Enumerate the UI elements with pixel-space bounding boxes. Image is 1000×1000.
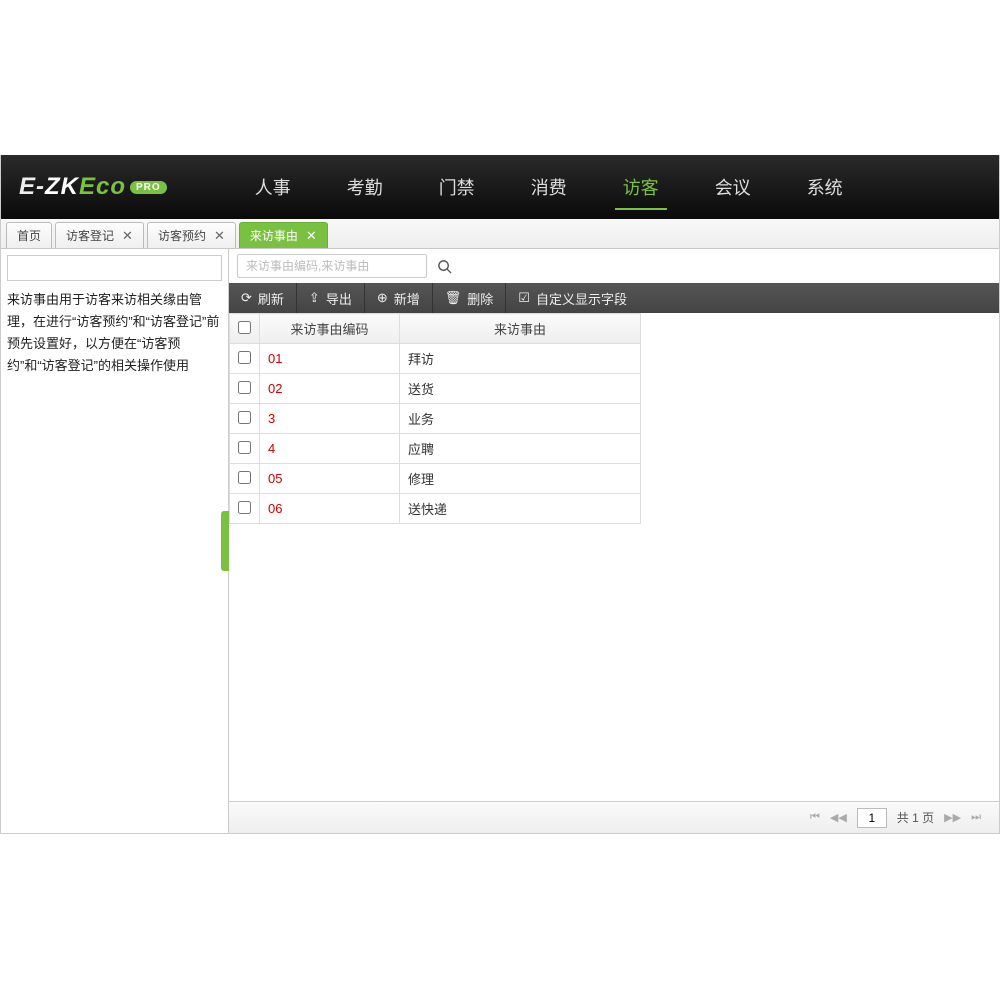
- table-row[interactable]: 05修理: [230, 464, 641, 494]
- row-code: 06: [260, 494, 400, 524]
- close-icon[interactable]: ✕: [122, 229, 133, 242]
- table-row[interactable]: 3业务: [230, 404, 641, 434]
- row-checkbox[interactable]: [238, 351, 251, 364]
- custom-fields-button[interactable]: ☑ 自定义显示字段: [506, 283, 639, 313]
- table-row[interactable]: 01拜访: [230, 344, 641, 374]
- row-checkbox-cell: [230, 434, 260, 464]
- reason-col-header[interactable]: 来访事由: [400, 314, 641, 344]
- page-input[interactable]: [857, 808, 887, 828]
- row-reason: 应聘: [400, 434, 641, 464]
- code-col-header[interactable]: 来访事由编码: [260, 314, 400, 344]
- tab-label: 访客预约: [158, 227, 206, 244]
- tab-1[interactable]: 访客登记 ✕: [55, 222, 144, 248]
- sidebar-help-text: 来访事由用于访客来访相关缘由管理，在进行“访客预约”和“访客登记”前预先设置好，…: [7, 289, 222, 377]
- select-all-header: [230, 314, 260, 344]
- search-row: [229, 249, 999, 283]
- row-checkbox[interactable]: [238, 501, 251, 514]
- row-checkbox[interactable]: [238, 441, 251, 454]
- tab-label: 首页: [17, 227, 41, 244]
- tab-label: 访客登记: [66, 227, 114, 244]
- row-checkbox[interactable]: [238, 381, 251, 394]
- export-icon: ⇪: [309, 290, 320, 306]
- tab-2[interactable]: 访客预约 ✕: [147, 222, 236, 248]
- nav-item-0[interactable]: 人事: [227, 156, 319, 218]
- tab-label: 来访事由: [250, 227, 298, 244]
- row-code: 3: [260, 404, 400, 434]
- row-checkbox-cell: [230, 374, 260, 404]
- sidebar: 来访事由用于访客来访相关缘由管理，在进行“访客预约”和“访客登记”前预先设置好，…: [1, 249, 229, 833]
- row-reason: 送货: [400, 374, 641, 404]
- toolbar: ⟳ 刷新 ⇪ 导出 ⊕ 新增 🗑 删除 ☑ 自定义显示字段: [229, 283, 999, 313]
- row-checkbox[interactable]: [238, 471, 251, 484]
- next-page-icon[interactable]: ▶▶: [944, 811, 961, 824]
- close-icon[interactable]: ✕: [306, 229, 317, 242]
- pagination: ⏮ ◀◀ 共 1 页 ▶▶ ⏭: [229, 801, 999, 833]
- logo-text-e: E-: [19, 173, 45, 200]
- export-label: 导出: [326, 289, 352, 308]
- sidebar-filter-box[interactable]: [7, 255, 222, 281]
- logo-badge: PRO: [130, 181, 167, 194]
- nav-item-4[interactable]: 访客: [595, 156, 687, 218]
- search-icon[interactable]: [433, 255, 455, 277]
- first-page-icon[interactable]: ⏮: [810, 811, 820, 824]
- row-checkbox-cell: [230, 494, 260, 524]
- row-reason: 修理: [400, 464, 641, 494]
- prev-page-icon[interactable]: ◀◀: [830, 811, 847, 824]
- add-button[interactable]: ⊕ 新增: [365, 283, 433, 313]
- page-total: 共 1 页: [897, 809, 934, 826]
- delete-icon: 🗑: [445, 290, 462, 306]
- refresh-button[interactable]: ⟳ 刷新: [229, 283, 297, 313]
- reasons-table: 来访事由编码 来访事由 01拜访02送货3业务4应聘05修理06送快递: [229, 313, 641, 524]
- table-row[interactable]: 4应聘: [230, 434, 641, 464]
- row-code: 01: [260, 344, 400, 374]
- row-checkbox-cell: [230, 464, 260, 494]
- last-page-icon[interactable]: ⏭: [971, 811, 981, 824]
- delete-label: 删除: [467, 289, 493, 308]
- search-input[interactable]: [237, 254, 427, 278]
- select-all-checkbox[interactable]: [238, 321, 251, 334]
- main-nav: 人事考勤门禁消费访客会议系统: [227, 156, 981, 218]
- tabs-bar: 首页 访客登记 ✕ 访客预约 ✕ 来访事由 ✕: [1, 219, 999, 249]
- nav-item-3[interactable]: 消费: [503, 156, 595, 218]
- logo-text-eco: Eco: [79, 173, 126, 200]
- table-row[interactable]: 06送快递: [230, 494, 641, 524]
- row-code: 05: [260, 464, 400, 494]
- nav-item-5[interactable]: 会议: [687, 156, 779, 218]
- nav-item-2[interactable]: 门禁: [411, 156, 503, 218]
- delete-button[interactable]: 🗑 删除: [433, 283, 507, 313]
- row-reason: 拜访: [400, 344, 641, 374]
- add-label: 新增: [394, 289, 420, 308]
- close-icon[interactable]: ✕: [214, 229, 225, 242]
- row-code: 4: [260, 434, 400, 464]
- nav-item-1[interactable]: 考勤: [319, 156, 411, 218]
- tab-0[interactable]: 首页: [6, 222, 52, 248]
- app-header: E-ZKEco PRO 人事考勤门禁消费访客会议系统: [1, 155, 999, 219]
- table-container: 来访事由编码 来访事由 01拜访02送货3业务4应聘05修理06送快递: [229, 313, 999, 801]
- add-icon: ⊕: [377, 290, 388, 306]
- refresh-icon: ⟳: [241, 290, 252, 306]
- row-reason: 送快递: [400, 494, 641, 524]
- table-row[interactable]: 02送货: [230, 374, 641, 404]
- logo-text-zk: ZK: [45, 173, 79, 200]
- row-checkbox-cell: [230, 404, 260, 434]
- row-checkbox[interactable]: [238, 411, 251, 424]
- custom-fields-label: 自定义显示字段: [536, 289, 627, 308]
- check-icon: ☑: [518, 290, 530, 306]
- row-checkbox-cell: [230, 344, 260, 374]
- sidebar-collapse-handle[interactable]: [221, 511, 229, 571]
- refresh-label: 刷新: [258, 289, 284, 308]
- nav-item-6[interactable]: 系统: [779, 156, 871, 218]
- tab-3[interactable]: 来访事由 ✕: [239, 222, 328, 248]
- export-button[interactable]: ⇪ 导出: [297, 283, 365, 313]
- row-reason: 业务: [400, 404, 641, 434]
- app-logo: E-ZKEco PRO: [19, 173, 167, 201]
- row-code: 02: [260, 374, 400, 404]
